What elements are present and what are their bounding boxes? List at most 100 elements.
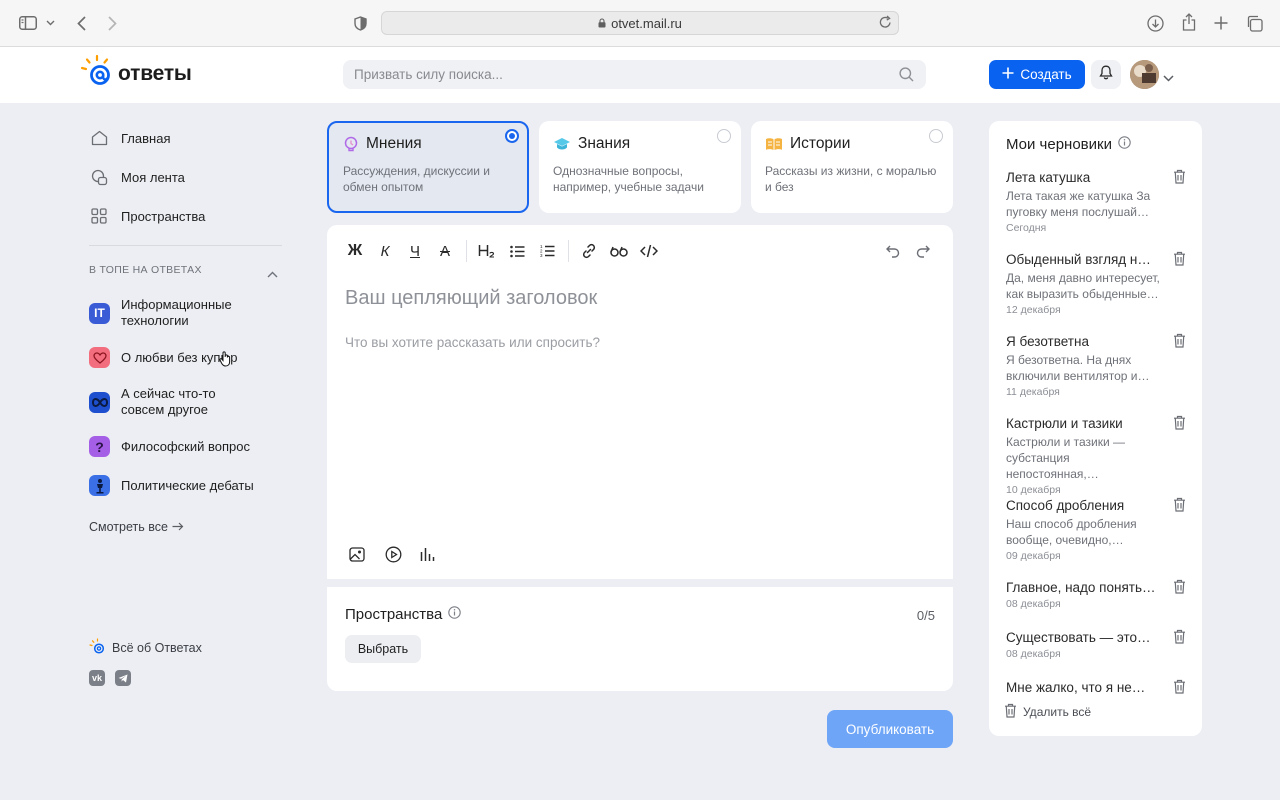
video-icon[interactable] — [383, 544, 403, 564]
forward-icon[interactable] — [104, 14, 120, 32]
see-all-label: Смотреть все — [89, 520, 168, 534]
topic-label: Политические дебаты — [121, 477, 254, 493]
search-input[interactable] — [354, 67, 874, 82]
draft-item[interactable]: Главное, надо понять,… 08 декабря — [1006, 579, 1186, 610]
topic-politics[interactable]: Политические дебаты — [89, 475, 254, 496]
trash-icon[interactable] — [1173, 169, 1186, 189]
logo-text: ответы — [118, 61, 192, 85]
radio-unselected[interactable] — [717, 129, 731, 143]
type-card-opinions[interactable]: Мнения Рассуждения, дискуссии и обмен оп… — [327, 121, 529, 213]
draft-title: Главное, надо понять,… — [1006, 580, 1158, 595]
type-card-knowledge[interactable]: Знания Однозначные вопросы, например, уч… — [539, 121, 741, 213]
bullet-list-icon[interactable] — [506, 240, 528, 262]
tabs-overview-icon[interactable] — [1245, 14, 1263, 32]
telegram-icon[interactable] — [115, 670, 131, 686]
draft-item[interactable]: Способ дробления Наш способ дробления воо… — [1006, 497, 1186, 562]
trash-icon[interactable] — [1173, 579, 1186, 599]
chevron-down-icon[interactable] — [44, 17, 56, 29]
trash-icon[interactable] — [1173, 497, 1186, 517]
code-icon[interactable] — [638, 240, 660, 262]
publish-button[interactable]: Опубликовать — [827, 710, 953, 748]
bold-button[interactable]: Ж — [344, 240, 366, 262]
draft-item[interactable]: Кастрюли и тазики Кастрюли и тазики — суб… — [1006, 415, 1186, 496]
strikethrough-button[interactable]: A — [434, 240, 456, 262]
draft-item[interactable]: Мне жалко, что я не… — [1006, 679, 1186, 696]
topic-other[interactable]: А сейчас что-то совсем другое — [89, 386, 261, 418]
type-card-stories[interactable]: Истории Рассказы из жизни, с моралью и б… — [751, 121, 953, 213]
sidebar-divider — [89, 245, 282, 246]
trash-icon[interactable] — [1173, 415, 1186, 435]
italic-button[interactable]: К — [374, 240, 396, 262]
reload-icon[interactable] — [879, 15, 892, 32]
draft-item[interactable]: Лета катушка Лета такая же катушка За пуг… — [1006, 169, 1186, 234]
undo-icon[interactable] — [882, 240, 904, 262]
redo-icon[interactable] — [912, 240, 934, 262]
draft-preview: Да, меня давно интересует, как выразить … — [1006, 271, 1160, 301]
sidebar-item-spaces[interactable]: Пространства — [89, 206, 205, 226]
address-bar[interactable]: otvet.mail.ru — [381, 11, 899, 35]
logo[interactable]: ответы — [80, 54, 192, 93]
about-link[interactable]: Всё об Ответах — [89, 638, 202, 658]
about-label: Всё об Ответах — [112, 641, 202, 655]
url-text: otvet.mail.ru — [611, 15, 682, 31]
trash-icon[interactable] — [1173, 679, 1186, 699]
avatar[interactable] — [1130, 60, 1159, 89]
link-icon[interactable] — [578, 240, 600, 262]
topic-label: А сейчас что-то совсем другое — [121, 386, 216, 417]
graduation-cap-icon — [553, 137, 571, 151]
poll-icon[interactable] — [418, 544, 438, 564]
radio-selected[interactable] — [505, 129, 519, 143]
topic-it[interactable]: IT Информационные технологии — [89, 297, 251, 329]
delete-all-label: Удалить всё — [1023, 705, 1092, 719]
sidebar-toggle-icon[interactable] — [18, 14, 38, 32]
quote-icon[interactable] — [608, 240, 630, 262]
info-icon[interactable] — [1118, 136, 1131, 153]
underline-button[interactable]: Ч — [404, 240, 426, 262]
plus-icon — [1002, 67, 1014, 82]
book-icon — [765, 137, 783, 151]
podium-icon — [89, 475, 110, 496]
info-icon[interactable] — [448, 606, 462, 623]
draft-title: Способ дробления — [1006, 498, 1125, 513]
numbered-list-icon[interactable]: 123 — [536, 240, 558, 262]
new-tab-icon[interactable] — [1212, 14, 1230, 32]
draft-title: Мне жалко, что я не… — [1006, 680, 1146, 695]
spaces-count: 0/5 — [916, 608, 935, 623]
draft-item[interactable]: Я безответна Я безответна. На днях включи… — [1006, 333, 1186, 398]
radio-unselected[interactable] — [929, 129, 943, 143]
draft-item[interactable]: Существовать — это… 08 декабря — [1006, 629, 1186, 660]
draft-item[interactable]: Обыденный взгляд на… Да, меня давно интер… — [1006, 251, 1186, 316]
sidebar-item-feed[interactable]: Моя лента — [89, 167, 185, 187]
notifications-button[interactable] — [1091, 60, 1121, 89]
heading-icon[interactable] — [476, 240, 498, 262]
topic-label: Информационные технологии — [121, 297, 232, 328]
choose-space-button[interactable]: Выбрать — [345, 635, 421, 663]
draft-title: Лета катушка — [1006, 170, 1091, 185]
trash-icon[interactable] — [1173, 251, 1186, 271]
share-icon[interactable] — [1180, 12, 1198, 32]
vk-icon[interactable]: vk — [89, 670, 105, 686]
body-input[interactable]: Что вы хотите рассказать или спросить? — [345, 335, 600, 350]
chevron-down-icon[interactable] — [1163, 69, 1174, 87]
back-icon[interactable] — [73, 14, 89, 32]
download-icon[interactable] — [1146, 14, 1164, 32]
topic-philosophy[interactable]: ? Философский вопрос — [89, 436, 250, 457]
create-button[interactable]: Создать — [989, 60, 1085, 89]
title-input[interactable]: Ваш цепляющий заголовок — [345, 287, 597, 310]
sidebar-item-home[interactable]: Главная — [89, 128, 170, 148]
spaces-title: Пространства — [345, 606, 443, 623]
trash-icon[interactable] — [1173, 333, 1186, 353]
topic-love[interactable]: О любви без купюр — [89, 347, 237, 368]
trash-icon[interactable] — [1173, 629, 1186, 649]
search-bar[interactable] — [343, 60, 926, 89]
toolbar-separator — [466, 240, 467, 262]
see-all-link[interactable]: Смотреть все — [89, 520, 184, 534]
delete-all-button[interactable]: Удалить всё — [1004, 703, 1091, 721]
spaces-panel: Пространства 0/5 Выбрать — [327, 587, 953, 691]
search-icon[interactable] — [899, 67, 914, 85]
shield-icon[interactable] — [352, 15, 368, 31]
chevron-up-icon[interactable] — [267, 265, 278, 283]
draft-date: 08 декабря — [1006, 598, 1061, 610]
post-editor: Ж К Ч A 123 Ваш цепляющий заголовок Что … — [327, 225, 953, 579]
image-icon[interactable] — [347, 544, 367, 564]
